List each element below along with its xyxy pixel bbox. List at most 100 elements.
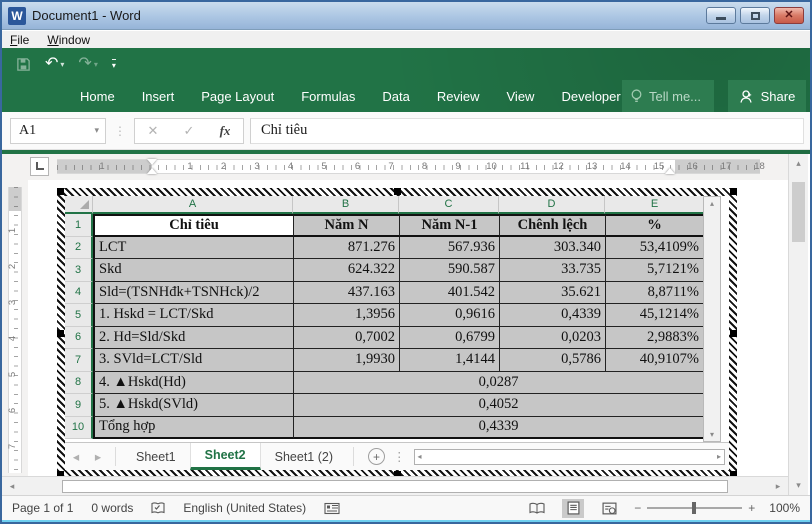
cell-a3[interactable]: Skd	[93, 259, 293, 282]
cancel-button[interactable]: ✕	[135, 123, 171, 139]
cell-c3[interactable]: 590.587	[399, 259, 499, 282]
cell-a4[interactable]: Sld=(TSNHđk+TSNHck)/2	[93, 282, 293, 305]
cell-merged-9[interactable]: 0,4052	[293, 394, 705, 417]
column-header-b[interactable]: B	[293, 196, 399, 214]
sheet-nav-left[interactable]: ◂	[65, 443, 87, 470]
cell-e5[interactable]: 45,1214%	[605, 304, 705, 327]
tab-stop-selector[interactable]	[30, 157, 49, 176]
zoom-thumb[interactable]	[692, 502, 696, 514]
select-all-corner[interactable]	[65, 196, 93, 214]
row-header-5[interactable]: 5	[65, 304, 93, 327]
cell-d7[interactable]: 0,5786	[499, 349, 605, 372]
row-header-10[interactable]: 10	[65, 417, 93, 440]
resize-handle[interactable]	[730, 188, 737, 195]
resize-handle[interactable]	[394, 188, 401, 195]
formula-bar-splitter[interactable]: ⋮	[114, 124, 126, 138]
enter-button[interactable]: ✓	[171, 123, 207, 139]
proofing-icon[interactable]	[151, 501, 165, 516]
cell-c7[interactable]: 1,4144	[399, 349, 499, 372]
cell-c6[interactable]: 0,6799	[399, 327, 499, 350]
resize-handle[interactable]	[57, 188, 64, 195]
hanging-indent-marker[interactable]	[147, 168, 157, 174]
minimize-button[interactable]	[706, 7, 736, 24]
row-header-9[interactable]: 9	[65, 394, 93, 417]
excel-vertical-scrollbar[interactable]: ▴ ▾	[703, 196, 721, 442]
scroll-left-icon[interactable]: ◂	[2, 481, 22, 492]
menu-item-window[interactable]: Window	[47, 33, 90, 47]
ribbon-tab-formulas[interactable]: Formulas	[301, 89, 355, 104]
cell-c2[interactable]: 567.936	[399, 237, 499, 260]
cell-a6[interactable]: 2. Hd=Sld/Skd	[93, 327, 293, 350]
cell-d6[interactable]: 0,0203	[499, 327, 605, 350]
ribbon-tab-data[interactable]: Data	[382, 89, 409, 104]
cell-b1[interactable]: Năm N	[293, 214, 399, 237]
cell-a8[interactable]: 4. ▲Hskd(Hd)	[93, 372, 293, 395]
cell-c4[interactable]: 401.542	[399, 282, 499, 305]
excel-horizontal-scrollbar[interactable]: ◂ ▸	[414, 449, 726, 465]
word-horizontal-scrollbar[interactable]: ◂ ▸	[2, 476, 788, 495]
cell-b4[interactable]: 437.163	[293, 282, 399, 305]
cell-b5[interactable]: 1,3956	[293, 304, 399, 327]
undo-button[interactable]: ↶▾	[45, 56, 64, 72]
share-button[interactable]: Share	[728, 80, 806, 112]
row-header-8[interactable]: 8	[65, 372, 93, 395]
sheet-tab-sheet1-2[interactable]: Sheet1 (2)	[261, 443, 347, 470]
row-header-4[interactable]: 4	[65, 282, 93, 305]
web-layout-button[interactable]	[598, 499, 620, 518]
zoom-out-button[interactable]: −	[634, 501, 641, 515]
cell-a2[interactable]: LCT	[93, 237, 293, 260]
cell-b6[interactable]: 0,7002	[293, 327, 399, 350]
ribbon-tab-view[interactable]: View	[507, 89, 535, 104]
zoom-level[interactable]: 100%	[769, 501, 800, 515]
cell-e1[interactable]: %	[605, 214, 705, 237]
scroll-down-icon[interactable]: ▾	[796, 480, 801, 491]
cell-e6[interactable]: 2,9883%	[605, 327, 705, 350]
sheet-tab-sheet2[interactable]: Sheet2	[190, 443, 261, 470]
ribbon-tab-review[interactable]: Review	[437, 89, 480, 104]
cell-e3[interactable]: 5,7121%	[605, 259, 705, 282]
scroll-left-icon[interactable]: ◂	[418, 452, 422, 461]
scrollbar-thumb[interactable]	[792, 182, 805, 242]
cell-d4[interactable]: 35.621	[499, 282, 605, 305]
cell-d3[interactable]: 33.735	[499, 259, 605, 282]
language-indicator[interactable]: English (United States)	[183, 501, 306, 515]
cell-b7[interactable]: 1,9930	[293, 349, 399, 372]
ribbon-tab-page-layout[interactable]: Page Layout	[201, 89, 274, 104]
cell-a10[interactable]: Tổng hợp	[93, 417, 293, 440]
zoom-in-button[interactable]: +	[748, 501, 755, 515]
cell-b2[interactable]: 871.276	[293, 237, 399, 260]
ribbon-tab-home[interactable]: Home	[80, 89, 115, 104]
word-vertical-scrollbar[interactable]: ▴ ▾	[788, 154, 808, 495]
cell-d5[interactable]: 0,4339	[499, 304, 605, 327]
cell-e4[interactable]: 8,8711%	[605, 282, 705, 305]
cell-c1[interactable]: Năm N-1	[399, 214, 499, 237]
sheet-tab-sheet1[interactable]: Sheet1	[122, 443, 190, 470]
cell-e2[interactable]: 53,4109%	[605, 237, 705, 260]
tell-me-box[interactable]: Tell me...	[622, 80, 714, 112]
ribbon-tab-developer[interactable]: Developer	[561, 89, 620, 104]
right-indent-marker[interactable]	[665, 168, 675, 174]
resize-handle[interactable]	[730, 330, 737, 337]
insert-function-button[interactable]: fx	[207, 123, 243, 139]
column-header-d[interactable]: D	[499, 196, 605, 214]
new-sheet-button[interactable]: +	[368, 448, 385, 465]
formula-bar-input[interactable]: Chỉ tiêu	[250, 118, 804, 144]
cell-d1[interactable]: Chênh lệch	[499, 214, 605, 237]
maximize-button[interactable]	[740, 7, 770, 24]
row-header-6[interactable]: 6	[65, 327, 93, 350]
cell-b3[interactable]: 624.322	[293, 259, 399, 282]
redo-button[interactable]: ↷▾	[78, 56, 97, 72]
cell-c5[interactable]: 0,9616	[399, 304, 499, 327]
column-header-c[interactable]: C	[399, 196, 499, 214]
scroll-down-icon[interactable]: ▾	[710, 430, 714, 439]
print-layout-button[interactable]	[562, 499, 584, 518]
ribbon-tab-insert[interactable]: Insert	[142, 89, 175, 104]
menu-item-file[interactable]: File	[10, 33, 29, 47]
cell-a9[interactable]: 5. ▲Hskd(SVld)	[93, 394, 293, 417]
cell-merged-10[interactable]: 0,4339	[293, 417, 705, 440]
scrollbar-thumb[interactable]	[62, 480, 728, 493]
scroll-right-icon[interactable]: ▸	[717, 452, 721, 461]
column-header-e[interactable]: E	[605, 196, 705, 214]
zoom-track[interactable]	[647, 507, 742, 509]
keyboard-icon[interactable]	[324, 502, 340, 515]
